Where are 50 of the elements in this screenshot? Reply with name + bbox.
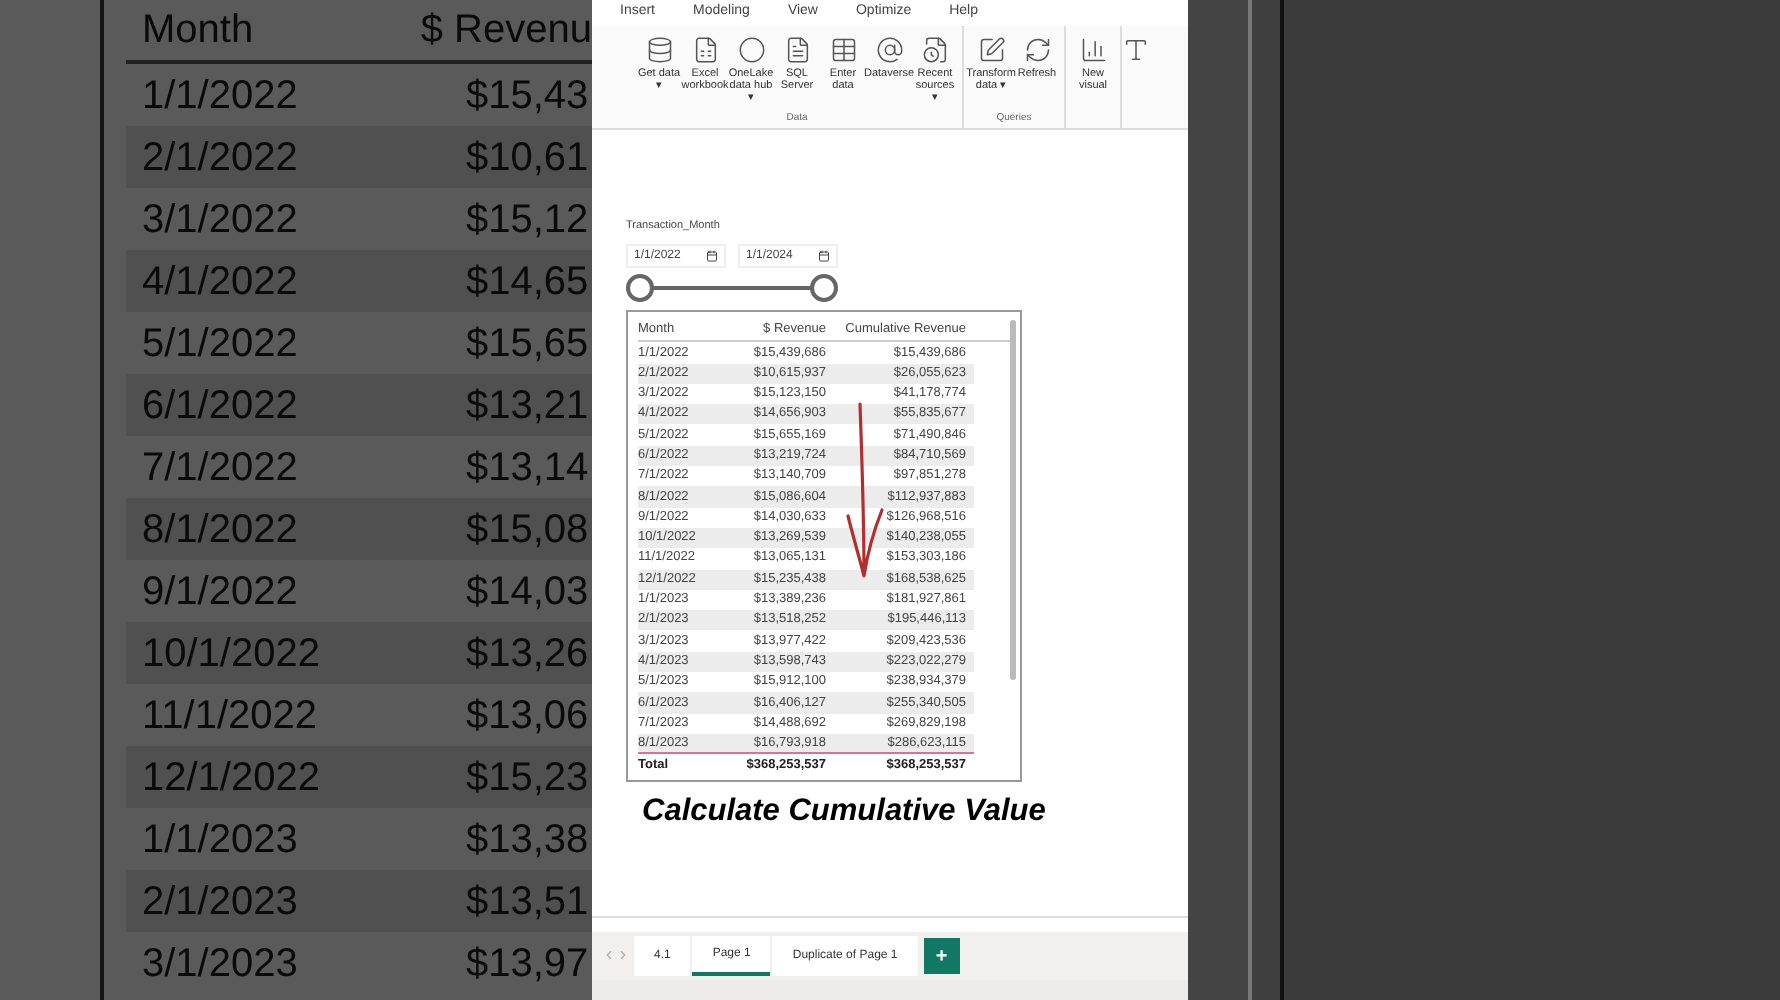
table-cell-text: $13,06	[466, 691, 589, 741]
table-cell-text: 1/1/2023	[140, 815, 300, 865]
table-cell-text: $10,61	[466, 133, 589, 183]
table-cell-text: 6/1/2022	[140, 381, 300, 431]
table-cell-text: 4/1/2022	[140, 257, 300, 307]
text-icon[interactable]	[1122, 36, 1150, 64]
table-cell-text: 7/1/2022	[140, 443, 300, 493]
table-icon	[829, 36, 857, 64]
table-cell-text: $14,03	[466, 567, 589, 617]
add-page-button[interactable]: +	[923, 938, 960, 974]
table-cell-text: $13,51	[466, 877, 589, 927]
table-cell-text: 3/1/2023	[140, 939, 300, 989]
table-cell-text: $14,65	[466, 257, 589, 307]
table-cell-text: 1/1/2022	[140, 71, 300, 121]
slider-handle[interactable]	[810, 274, 838, 303]
database-icon	[645, 36, 673, 64]
table-cell-text: $13,38	[466, 815, 589, 865]
table-cell-text: 11/1/2022	[140, 691, 319, 741]
circle-icon	[737, 36, 765, 64]
table-cell-text: 12/1/2022	[140, 753, 322, 803]
refresh-icon	[1023, 36, 1051, 64]
table-cell-text: $15,08	[466, 505, 589, 555]
slider-track[interactable]	[626, 272, 838, 305]
document-icon	[783, 36, 811, 64]
slider-handle[interactable]	[626, 274, 654, 303]
column-header: Month	[140, 6, 256, 56]
column-header: $ Revenu	[420, 6, 592, 56]
at-sign-icon	[875, 36, 903, 64]
table-cell-text: 2/1/2023	[140, 877, 300, 927]
table-cell-text: $15,23	[466, 753, 589, 803]
table-cell-text: 9/1/2022	[140, 567, 300, 617]
table-cell-text: $13,14	[466, 443, 589, 493]
table-cell-text: 2/1/2022	[140, 133, 300, 183]
spreadsheet-icon	[691, 36, 719, 64]
table-cell-text: $13,97	[466, 939, 589, 989]
document-clock-icon	[921, 36, 949, 64]
table-edit-icon	[977, 36, 1005, 64]
table-cell-text: 3/1/2022	[140, 195, 300, 245]
table-cell-text: $13,21	[466, 381, 589, 431]
caption: Calculate Cumulative Value	[642, 792, 1048, 833]
table-cell-text: $13,26	[466, 629, 589, 679]
table-cell-text: 8/1/2022	[140, 505, 300, 555]
bar-chart-icon	[1079, 36, 1107, 64]
table-cell-text: $15,65	[466, 319, 589, 369]
calendar-icon	[706, 250, 718, 263]
table-cell-text: $15,43	[466, 71, 589, 121]
table-cell-text: $15,12	[466, 195, 589, 245]
table-cell-text: 10/1/2022	[140, 629, 322, 679]
table-cell-text: 5/1/2022	[140, 319, 300, 369]
calendar-icon	[818, 250, 830, 263]
